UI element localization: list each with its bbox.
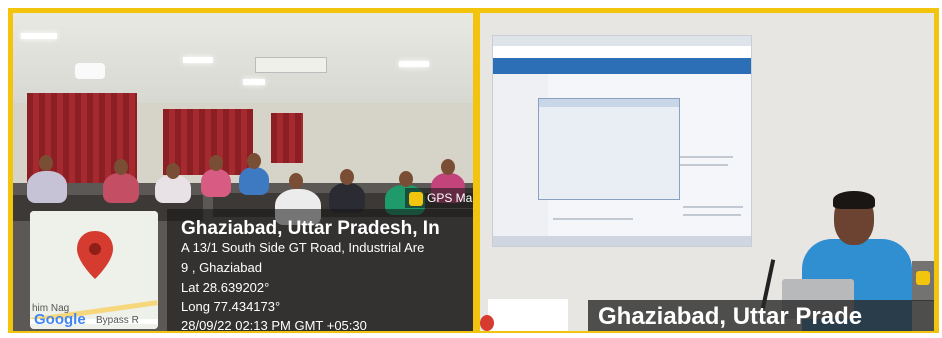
classroom-photo: GPS Ma him Nag Google Bypass R Ghaziabad… bbox=[13, 13, 473, 331]
taskbar bbox=[493, 236, 751, 246]
address-line-2: 9 , Ghaziabad bbox=[181, 260, 262, 275]
gps-map-camera-badge: GPS Ma bbox=[405, 188, 473, 208]
ac-unit bbox=[255, 57, 327, 73]
attendee-head bbox=[209, 155, 223, 171]
attendee-head bbox=[247, 153, 261, 169]
map-road-label: Bypass R bbox=[96, 315, 139, 326]
attendee bbox=[103, 173, 139, 203]
text-line bbox=[683, 206, 743, 208]
dialog-titlebar bbox=[539, 99, 679, 107]
curtain bbox=[271, 113, 303, 163]
attendee-head bbox=[340, 169, 354, 185]
gps-map-camera-badge bbox=[912, 261, 934, 301]
text-line bbox=[673, 156, 733, 158]
attendee-head bbox=[399, 171, 413, 187]
attendee bbox=[239, 167, 269, 195]
browser-tabs bbox=[493, 36, 751, 46]
app-header bbox=[493, 58, 751, 74]
gps-badge-label: GPS Ma bbox=[427, 191, 473, 205]
ceiling bbox=[13, 13, 473, 103]
attendee bbox=[27, 171, 67, 203]
projector bbox=[75, 63, 105, 79]
attendee bbox=[155, 175, 191, 203]
map-pin-icon bbox=[77, 231, 113, 279]
attendee bbox=[201, 169, 231, 197]
ceiling-light bbox=[399, 61, 429, 67]
latitude: Lat 28.639202° bbox=[181, 280, 270, 295]
attendee-head bbox=[441, 159, 455, 175]
text-line bbox=[683, 214, 741, 216]
presentation-photo: Ghaziabad, Uttar Prade bbox=[480, 13, 934, 331]
attendee-head bbox=[289, 173, 303, 189]
attendee-head bbox=[114, 159, 128, 175]
map-thumbnail bbox=[488, 299, 568, 331]
ceiling-light bbox=[183, 57, 213, 63]
gps-camera-icon bbox=[916, 271, 930, 285]
ceiling-light bbox=[243, 79, 265, 85]
attendee-head bbox=[39, 155, 53, 171]
browser-address-bar bbox=[493, 46, 751, 58]
text-line bbox=[553, 218, 633, 220]
longitude: Long 77.434173° bbox=[181, 299, 281, 314]
location-title: Ghaziabad, Uttar Prade bbox=[598, 303, 863, 330]
map-thumbnail: him Nag Google Bypass R bbox=[30, 211, 158, 329]
dialog-window bbox=[538, 98, 680, 200]
ceiling-light bbox=[21, 33, 57, 39]
projected-screen bbox=[492, 35, 752, 247]
google-logo: Google bbox=[34, 311, 86, 328]
address-line-1: A 13/1 South Side GT Road, Industrial Ar… bbox=[181, 240, 425, 255]
attendee-head bbox=[166, 163, 180, 179]
text-line bbox=[673, 164, 728, 166]
timestamp: 28/09/22 02:13 PM GMT +05:30 bbox=[181, 318, 367, 331]
map-pin-icon bbox=[480, 315, 494, 331]
presenter-hair bbox=[833, 191, 875, 209]
location-title: Ghaziabad, Uttar Pradesh, In bbox=[181, 218, 440, 239]
gps-camera-icon bbox=[409, 191, 423, 206]
